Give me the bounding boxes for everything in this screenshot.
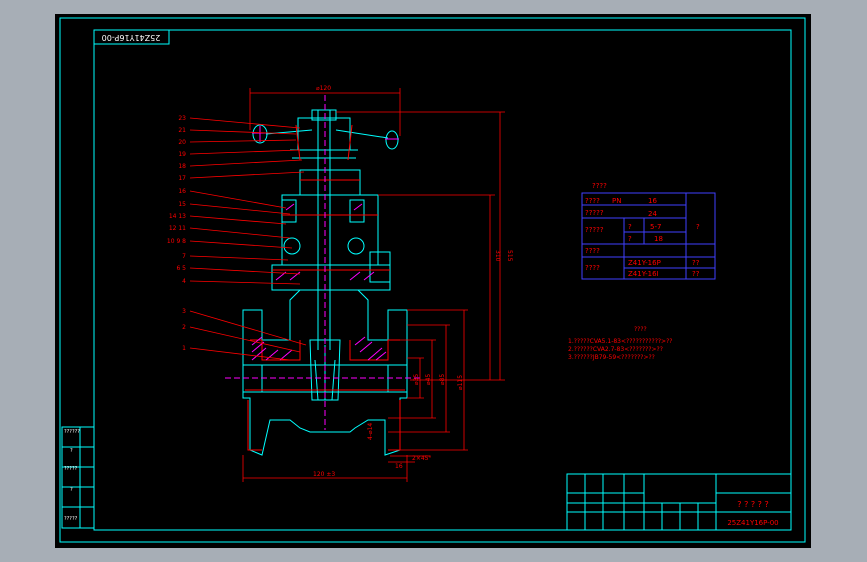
part-label: 6 5 — [176, 265, 186, 272]
title-code: 25Z41Y16P-00 — [727, 519, 778, 527]
dim-d2: ⌀45 — [425, 374, 432, 385]
notes-title: ???? — [634, 326, 647, 333]
part-label: 7 — [182, 253, 186, 260]
dim-bottom-a: 2×45° — [412, 455, 431, 462]
part-label: 3 — [182, 308, 186, 315]
part-label: 23 — [178, 115, 186, 122]
spec-cell: ? — [628, 223, 632, 231]
part-label: 17 — [178, 175, 186, 182]
part-label: 2 — [182, 324, 186, 331]
dim-height-inner: 310 — [494, 250, 501, 262]
part-label: 15 — [178, 201, 186, 208]
dim-top-width: ⌀120 — [316, 85, 331, 92]
part-label: 16 — [178, 188, 186, 195]
revision-cell: ????? — [64, 466, 78, 472]
part-label: 18 — [178, 163, 186, 170]
part-label: 20 — [178, 139, 186, 146]
spec-title: ???? — [592, 182, 607, 190]
dim-d4: ⌀115 — [457, 375, 464, 390]
inner-frame — [93, 29, 792, 531]
revision-cell: ? — [70, 448, 73, 454]
spec-cell: Z41Y-16P — [628, 259, 661, 267]
dim-d1: ⌀35 — [413, 374, 420, 385]
spec-cell: 18 — [654, 235, 663, 243]
revision-strip — [61, 426, 95, 529]
spec-cell: ?? — [692, 270, 700, 278]
dim-bottom-b: 16 — [395, 463, 403, 470]
part-label: 19 — [178, 151, 186, 158]
spec-cell: ???? — [585, 264, 600, 272]
spec-cell: ? — [696, 223, 700, 231]
spec-cell: PN — [612, 197, 621, 205]
spec-cell: 5-7 — [650, 223, 661, 231]
dim-d3: ⌀85 — [439, 374, 446, 385]
spec-cell: ? — [628, 235, 632, 243]
part-label: 1 — [182, 345, 186, 352]
part-label: 12 11 — [169, 225, 186, 232]
hatching — [225, 95, 420, 430]
part-label: 21 — [178, 127, 186, 134]
revision-cell: ?????? — [64, 429, 80, 435]
note-line: 3.??????JB79-59<???????>?? — [568, 354, 655, 361]
spec-cell: Z41Y-16I — [628, 270, 659, 278]
note-line: 1.?????CVA5.1-83<???????????>?? — [568, 338, 672, 345]
part-label: 10 9 8 — [167, 238, 186, 245]
part-label: 14 13 — [169, 213, 186, 220]
dim-length: 120 ±3 — [313, 471, 335, 478]
dimension-lines — [242, 88, 505, 482]
note-line: 2.??????CVA2.7-83<???????>?? — [568, 346, 663, 353]
code-box-text: 25Z41Y16P-00 — [102, 33, 161, 42]
revision-cell: ? — [70, 487, 73, 493]
dim-height-outer: 515 — [506, 250, 513, 262]
spec-cell: ?? — [692, 259, 700, 267]
part-label: 4 — [182, 278, 186, 285]
spec-cell: 24 — [648, 210, 657, 218]
revision-cell: ????? — [64, 516, 78, 522]
spec-cell: ????? — [585, 209, 604, 217]
spec-cell: ????? — [585, 226, 604, 234]
dim-bolt: 4-⌀14 — [367, 423, 374, 440]
spec-cell: ???? — [585, 197, 600, 205]
cad-drawing: 25Z41Y16P-00 ?????? ? ????? ? ????? 23 2… — [59, 17, 806, 543]
title-name: ? ? ? ? ? — [737, 500, 768, 509]
spec-cell: ???? — [585, 247, 600, 255]
spec-cell: 16 — [648, 197, 657, 205]
outer-frame — [59, 17, 806, 543]
